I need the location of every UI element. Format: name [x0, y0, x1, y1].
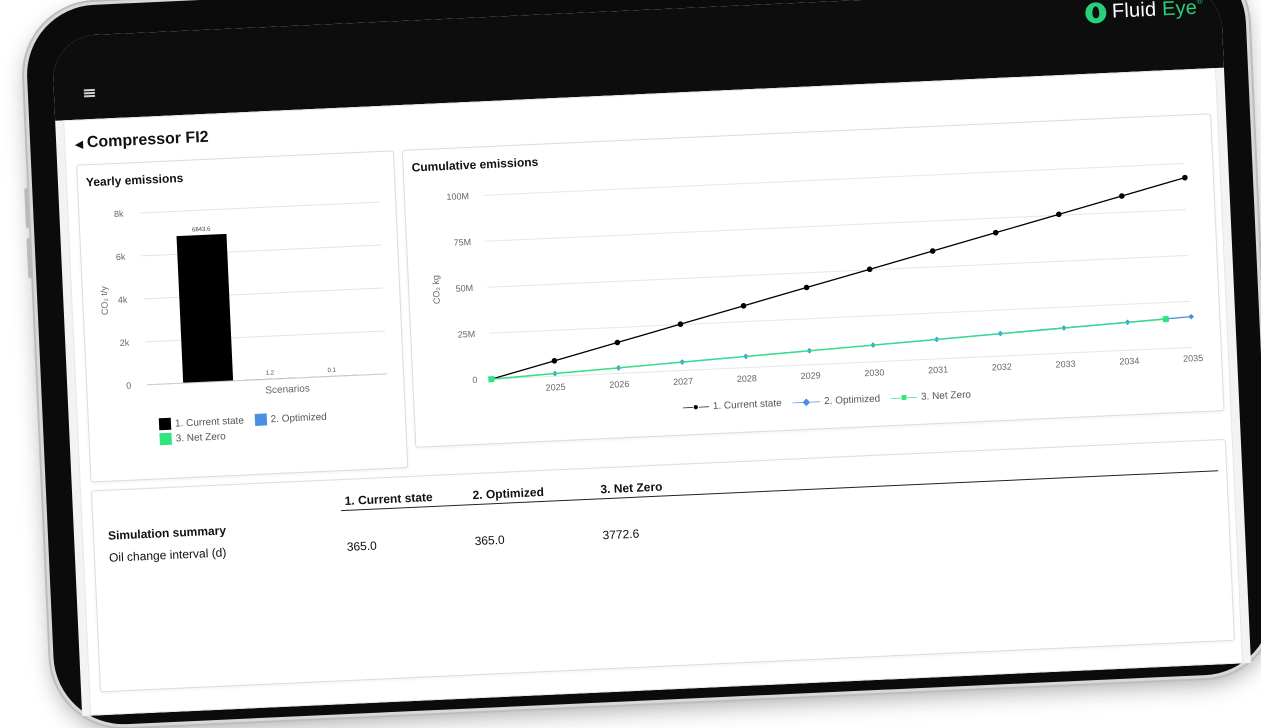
cumulative-emissions-chart: 0 25M 50M 75M 100M CO₂ kg 2025 2026 2027 2028 2029…: [431, 163, 1203, 393]
bar-data-label: 1.2: [266, 370, 275, 376]
droplet-logo-icon: [1084, 1, 1107, 24]
data-point: [803, 284, 810, 291]
table-cell: 365.0: [346, 538, 378, 554]
x-axis-label: Scenarios: [265, 383, 310, 396]
legend-item-current[interactable]: —●— 1. Current state: [683, 398, 782, 413]
y-tick-label: 25M: [458, 329, 476, 340]
data-point: [1162, 315, 1169, 323]
table-cell: 3772.6: [602, 526, 640, 543]
y-tick-label: 8k: [114, 209, 124, 219]
brand-logo: Fluid Eye®: [1084, 0, 1204, 25]
legend-item-optimized[interactable]: —◆— 2. Optimized: [792, 394, 880, 409]
brand-name: Fluid Eye®: [1111, 0, 1204, 23]
data-point: [1188, 313, 1195, 320]
y-tick-label: 0: [126, 381, 131, 391]
bar-1: [176, 233, 234, 384]
yearly-emissions-card: Yearly emissions 0 2k 4k 6k 8k CO₂ t/y 6843.6 1…: [76, 150, 409, 483]
data-point: [488, 376, 495, 383]
data-point: [677, 321, 684, 327]
x-tick-label: 2032: [992, 362, 1012, 373]
x-tick-label: 2033: [1055, 359, 1075, 370]
data-point: [551, 358, 558, 364]
legend-swatch: [254, 413, 267, 426]
data-point: [740, 303, 747, 309]
column-header: 3. Net Zero: [600, 479, 663, 497]
app-screen: Fluid Eye® ◀ Compressor FI2 Yearly emissi…: [51, 0, 1251, 717]
page-title[interactable]: ◀ Compressor FI2: [75, 129, 209, 153]
data-point: [1119, 193, 1125, 199]
x-tick-label: 2034: [1119, 356, 1139, 367]
column-header: 1. Current state: [344, 489, 433, 508]
x-tick-label: 2035: [1183, 353, 1203, 364]
triangle-left-icon[interactable]: ◀: [75, 139, 83, 150]
data-point: [614, 339, 621, 346]
x-tick-label: 2031: [928, 364, 948, 375]
y-tick-label: 2k: [120, 338, 130, 348]
table-cell: 365.0: [474, 532, 505, 549]
bar-data-label: 0.1: [327, 368, 336, 374]
data-point: [866, 266, 873, 273]
x-tick-label: 2026: [609, 379, 629, 390]
x-tick-label: 2028: [737, 373, 757, 384]
legend-item-netzero[interactable]: —■— 3. Net Zero: [891, 389, 971, 404]
y-axis-label: CO₂ kg: [431, 275, 442, 304]
gridline: [487, 254, 1189, 288]
series-line-1: [491, 177, 1186, 380]
summary-table: Simulation summary 1. Current state 2. O…: [98, 473, 722, 569]
y-tick-label: 6k: [116, 252, 126, 262]
tablet-device: Fluid Eye® ◀ Compressor FI2 Yearly emissi…: [24, 0, 1261, 728]
legend-marker: —■—: [890, 391, 918, 405]
volume-button: [26, 237, 33, 279]
y-tick-label: 50M: [455, 283, 473, 294]
bar-data-label: 6843.6: [192, 227, 211, 234]
y-axis-label: CO₂ t/y: [99, 285, 110, 315]
y-tick-label: 4k: [118, 295, 128, 305]
y-tick-label: 0: [472, 375, 477, 385]
gridline: [489, 300, 1191, 334]
gridline: [482, 163, 1185, 196]
gridline: [139, 201, 380, 214]
column-header: 2. Optimized: [472, 484, 545, 503]
legend-item-optimized[interactable]: 2. Optimized: [254, 411, 327, 426]
gridline: [491, 346, 1193, 380]
hamburger-icon[interactable]: [83, 88, 96, 98]
volume-button: [24, 187, 30, 229]
legend-marker: —◆—: [792, 396, 821, 409]
y-tick-label: 75M: [453, 237, 471, 248]
data-point: [1055, 211, 1062, 218]
legend-item-current[interactable]: 1. Current state: [158, 414, 244, 431]
main-content: ◀ Compressor FI2 Yearly emissions 0 2k 4k 6k…: [63, 67, 1243, 716]
simulation-summary-card: Simulation summary 1. Current state 2. O…: [90, 438, 1235, 693]
legend-swatch: [159, 432, 172, 446]
legend-marker: —●—: [682, 401, 710, 414]
data-point: [929, 248, 936, 254]
x-tick-label: 2025: [545, 382, 565, 393]
legend-swatch: [158, 417, 172, 431]
cumulative-emissions-card: Cumulative emissions 0 25M 50M 75M 100M CO₂ k…: [401, 113, 1225, 448]
data-point: [1182, 174, 1188, 181]
legend-item-netzero[interactable]: 3. Net Zero: [159, 430, 226, 446]
data-point: [992, 229, 999, 236]
gridline: [485, 208, 1187, 242]
x-tick-label: 2029: [800, 370, 820, 381]
x-tick-label: 2027: [673, 376, 693, 387]
y-tick-label: 100M: [446, 191, 469, 202]
card-title: Yearly emissions: [85, 170, 184, 190]
yearly-emissions-chart: 0 2k 4k 6k 8k CO₂ t/y 6843.6 1.2 0.1 Scenarios: [99, 201, 387, 396]
x-tick-label: 2030: [864, 367, 884, 378]
